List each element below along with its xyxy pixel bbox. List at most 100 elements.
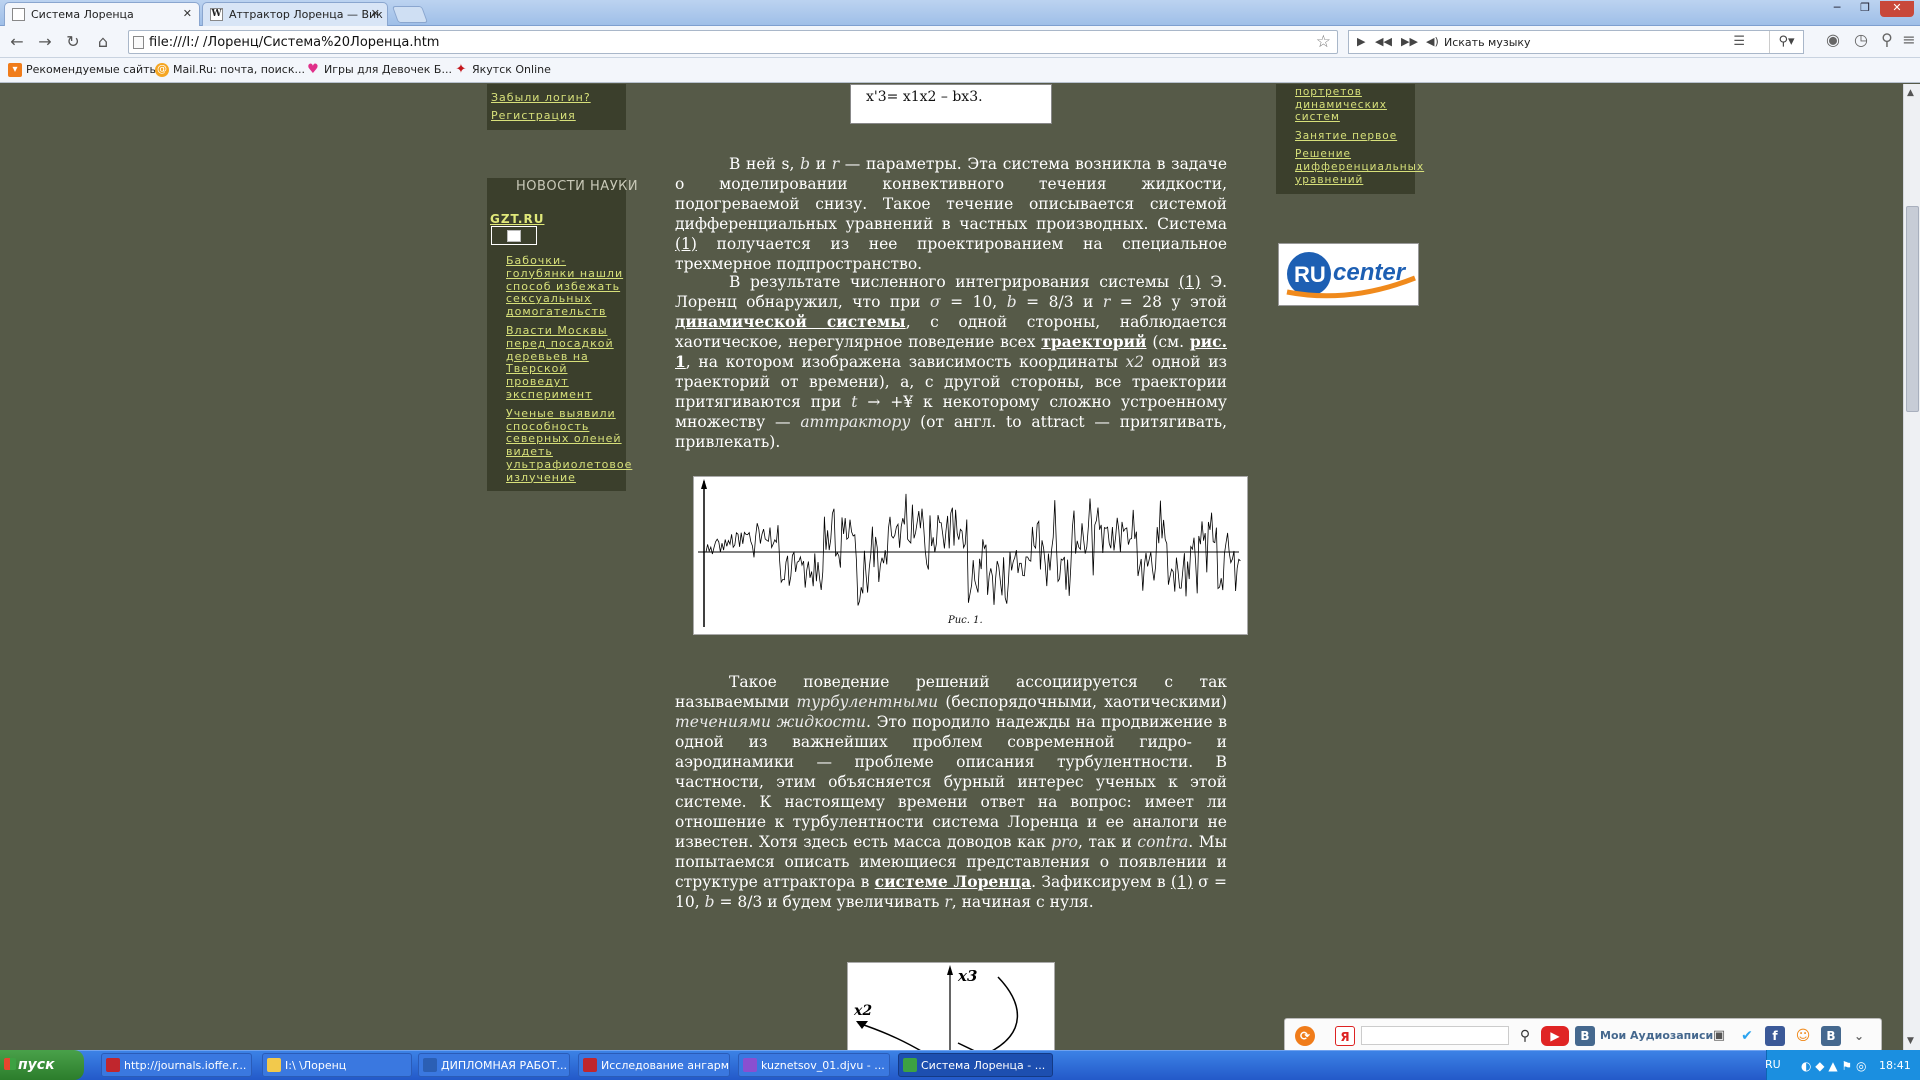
close-tab-icon[interactable]: ✕	[371, 7, 380, 20]
language-indicator[interactable]: RU	[1765, 1058, 1781, 1071]
news-link[interactable]: деревьев на	[506, 350, 589, 363]
news-link[interactable]: способ избежать	[506, 280, 620, 293]
bookmark-item[interactable]: ▾ Рекомендуемые сайты	[8, 63, 158, 77]
news-link[interactable]: Бабочки-	[506, 254, 566, 267]
taskbar-item-label: http://journals.ioffe.r...	[124, 1059, 247, 1072]
news-link[interactable]: голубянки нашли	[506, 267, 623, 280]
news-link[interactable]: способность	[506, 420, 589, 433]
rucenter-banner[interactable]: RU center	[1278, 243, 1419, 306]
right-menu-link[interactable]: портретов	[1295, 86, 1362, 99]
italic-text: аттрактору	[800, 413, 911, 431]
minimize-icon[interactable]: ─	[1824, 1, 1850, 17]
home-icon[interactable]: ⌂	[92, 32, 114, 52]
clock-icon[interactable]: ◷	[1850, 30, 1872, 52]
bookmark-item[interactable]: ♥ Игры для Девочек Б...	[306, 63, 452, 77]
tab-title: Система Лоренца	[31, 8, 134, 21]
twitter-icon[interactable]: ✔	[1737, 1026, 1757, 1046]
vk-icon[interactable]: B	[1821, 1026, 1841, 1046]
news-link[interactable]: проведут	[506, 375, 569, 388]
tab-wikipedia[interactable]: W Аттрактор Лоренца — Вик ✕	[202, 2, 388, 26]
right-menu-link[interactable]: динамических	[1295, 99, 1387, 112]
search-icon[interactable]: ⚲▾	[1769, 31, 1803, 53]
taskbar-item[interactable]: Исследование ангарм осилля...	[578, 1053, 730, 1077]
news-link[interactable]: перед посадкой	[506, 337, 614, 350]
star-icon[interactable]: ☆	[1316, 32, 1331, 52]
yandex-browser-icon[interactable]: ⟳	[1295, 1026, 1315, 1046]
taskbar-item[interactable]: I:\ \Лоренц	[262, 1053, 412, 1077]
inline-link[interactable]: динамической системы	[675, 312, 906, 331]
news-link[interactable]: Ученые выявили	[506, 407, 616, 420]
app-icon	[106, 1058, 120, 1072]
audio-label[interactable]: Мои Аудиозаписи	[1600, 1029, 1713, 1042]
taskbar-item[interactable]: http://journals.ioffe.r...	[101, 1053, 252, 1077]
close-window-icon[interactable]: ✕	[1880, 1, 1914, 17]
yandex-search-input[interactable]	[1361, 1026, 1509, 1045]
bookmark-label: Игры для Девочек Б...	[324, 63, 452, 76]
menu-icon[interactable]: ☰	[1733, 34, 1745, 49]
bookmark-item[interactable]: ✦ Якутск Online	[454, 63, 551, 77]
news-link[interactable]: Тверской	[506, 362, 568, 375]
inline-link[interactable]: траекторий	[1041, 332, 1146, 351]
right-menu-link[interactable]: уравнений	[1295, 174, 1363, 187]
scroll-thumb[interactable]	[1906, 206, 1919, 412]
rewind-icon[interactable]: ◀◀	[1375, 35, 1392, 48]
yandex-icon[interactable]: Я	[1335, 1026, 1355, 1046]
news-link[interactable]: видеть	[506, 445, 553, 458]
address-bar[interactable]: file:///I:/ /Лоренц/Система%20Лоренца.ht…	[128, 30, 1338, 54]
right-menu-link[interactable]: Занятие первое	[1295, 130, 1397, 143]
restore-icon[interactable]: ❐	[1852, 1, 1878, 17]
recommend-icon: ▾	[8, 63, 22, 77]
italic-text: течениями жидкости	[675, 713, 867, 731]
right-menu-link[interactable]: дифференциальных	[1295, 161, 1424, 174]
search-icon[interactable]: ⚲	[1515, 1026, 1535, 1046]
inline-link[interactable]: системе Лоренца	[875, 872, 1032, 891]
text-run: и	[810, 155, 832, 173]
new-tab-button[interactable]	[391, 6, 429, 23]
news-link[interactable]: домогательств	[506, 305, 607, 318]
youtube-icon[interactable]: ▶	[1541, 1026, 1569, 1046]
tab-active[interactable]: Система Лоренца ✕	[4, 2, 200, 26]
news-link[interactable]: ультрафиолетовое	[506, 458, 632, 471]
news-link[interactable]: эксперимент	[506, 388, 593, 401]
inline-link[interactable]: (1)	[675, 235, 697, 253]
taskbar-item[interactable]: Система Лоренца - ...	[898, 1053, 1053, 1077]
gzt-link[interactable]: GZT.RU	[490, 212, 544, 226]
chevron-down-icon[interactable]: ⌄	[1849, 1026, 1869, 1046]
extension-icon[interactable]: ◉	[1822, 30, 1844, 52]
scroll-up-icon[interactable]: ▲	[1907, 88, 1914, 98]
music-search-box[interactable]: ▶ ◀◀ ▶▶ ◀) Искать музыку ☰ ⚲▾	[1348, 30, 1804, 54]
news-link[interactable]: излучение	[506, 471, 576, 484]
reload-icon[interactable]: ↻	[62, 32, 84, 52]
gzt-image[interactable]	[491, 226, 537, 245]
register-link[interactable]: Регистрация	[491, 109, 576, 122]
text-run: (беспорядочными, хаотическими)	[938, 693, 1227, 711]
x2-time-plot	[698, 479, 1241, 627]
tray-icons[interactable]: ◐ ◆ ▲ ⚑ ◎	[1801, 1059, 1866, 1073]
start-button[interactable]: пуск	[0, 1050, 84, 1080]
right-menu-link[interactable]: Решение	[1295, 148, 1351, 161]
menu-icon[interactable]: ≡	[1898, 30, 1920, 52]
taskbar-item[interactable]: kuznetsov_01.djvu - ...	[738, 1053, 890, 1077]
news-link[interactable]: сексуальных	[506, 292, 592, 305]
facebook-icon[interactable]: f	[1765, 1026, 1785, 1046]
scroll-down-icon[interactable]: ▼	[1907, 1036, 1914, 1046]
taskbar-item[interactable]: ДИПЛОМНАЯ РАБОТ...	[418, 1053, 570, 1077]
forgot-login-link[interactable]: Забыли логин?	[491, 91, 591, 104]
vk-icon[interactable]: B	[1575, 1026, 1595, 1046]
italic-text: турбулентными	[796, 693, 939, 711]
forward-icon[interactable]: →	[34, 32, 56, 52]
play-icon[interactable]: ▶	[1357, 35, 1365, 48]
close-tab-icon[interactable]: ✕	[183, 7, 192, 20]
search-icon[interactable]: ⚲	[1876, 30, 1898, 52]
news-link[interactable]: Власти Москвы	[506, 324, 608, 337]
inline-link[interactable]: (1)	[1179, 273, 1201, 291]
camera-icon[interactable]: ▣	[1709, 1026, 1729, 1046]
page-scrollbar[interactable]: ▲ ▼	[1903, 84, 1920, 1050]
bookmark-item[interactable]: @ Mail.Ru: почта, поиск...	[155, 63, 305, 77]
back-icon[interactable]: ←	[6, 32, 28, 52]
news-link[interactable]: северных оленей	[506, 432, 622, 445]
right-menu-link[interactable]: систем	[1295, 111, 1340, 124]
odnoklassniki-icon[interactable]: ☺	[1793, 1026, 1813, 1046]
fast-forward-icon[interactable]: ▶▶	[1401, 35, 1418, 48]
inline-link[interactable]: (1)	[1171, 873, 1193, 891]
